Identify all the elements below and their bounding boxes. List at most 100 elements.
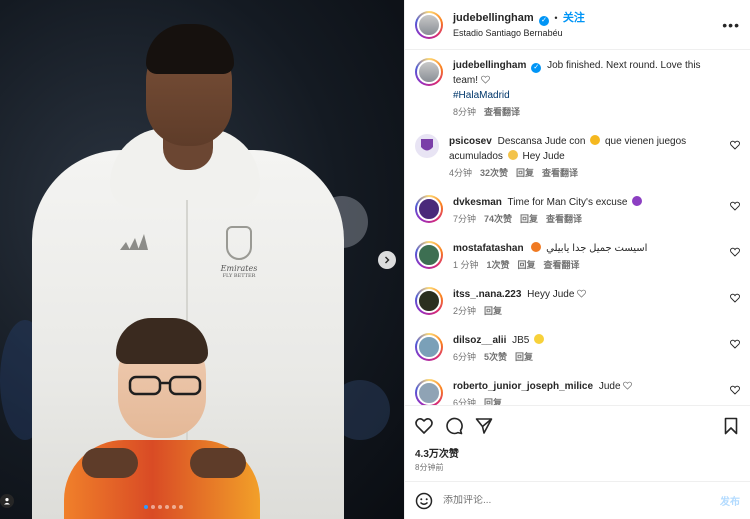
comment-item: dvkesman Time for Man City's excuse 7分钟 …: [415, 195, 740, 227]
chevron-right-icon: [385, 256, 390, 264]
post-timestamp: 8分钟前: [415, 463, 444, 472]
post-location[interactable]: Estadio Santiago Bernabéu: [453, 26, 585, 40]
bookmark-icon[interactable]: [722, 417, 740, 435]
heart-eyes-emoji-icon: [590, 135, 601, 145]
comment-time: 1 分钟: [453, 260, 479, 270]
comment-username[interactable]: roberto_junior_joseph_milice: [453, 381, 593, 392]
author-info: judebellingham ✓ • 关注 Estadio Santiago B…: [453, 11, 585, 40]
author-avatar[interactable]: [415, 10, 443, 39]
comment-text: Descansa Jude con: [497, 136, 586, 147]
comment-text: JB5: [512, 335, 530, 346]
user-icon: [4, 498, 10, 505]
carousel-dot: [172, 505, 176, 509]
comment-bubble-icon[interactable]: [445, 417, 463, 435]
post-comment-button[interactable]: 发布: [720, 493, 740, 508]
comment-meta: 7分钟 74次赞 回复 查看翻译: [453, 212, 720, 227]
comment-username[interactable]: dvkesman: [453, 197, 502, 208]
comment-likes[interactable]: 5次赞: [484, 350, 507, 365]
comment-text-end: Hey Jude: [522, 151, 565, 162]
comment-meta: 2分钟 回复: [453, 304, 720, 319]
player-hair: [146, 24, 234, 74]
see-translation-button[interactable]: 查看翻译: [546, 212, 582, 227]
add-comment-bar: 发布: [405, 481, 750, 519]
verified-badge-icon: ✓: [531, 63, 542, 73]
see-translation-button[interactable]: 查看翻译: [542, 166, 578, 181]
comment-meta: 6分钟 5次赞 回复: [453, 350, 720, 365]
white-heart-emoji-icon: [623, 381, 633, 390]
reply-button[interactable]: 回复: [518, 258, 536, 273]
carousel-dot: [151, 505, 155, 509]
like-heart-icon[interactable]: [730, 201, 740, 211]
carousel-dot: [144, 505, 148, 509]
reply-button[interactable]: 回复: [516, 166, 534, 181]
reply-button[interactable]: 回复: [484, 304, 502, 319]
comment-meta: 6分钟 回复: [453, 396, 720, 405]
post-photo[interactable]: Emirates FLY BETTER: [0, 0, 404, 519]
comment-username[interactable]: mostafatashan: [453, 243, 524, 254]
commenter-avatar[interactable]: [415, 241, 443, 269]
author-username[interactable]: judebellingham: [453, 12, 534, 24]
comment-text: Heyy Jude: [527, 289, 575, 300]
carousel-dot: [179, 505, 183, 509]
comment-time: 6分钟: [453, 398, 477, 405]
player-right-hand: [190, 448, 246, 478]
post-detail-panel: judebellingham ✓ • 关注 Estadio Santiago B…: [404, 0, 750, 519]
comment-meta: 4分钟 32次赞 回复 查看翻译: [449, 166, 720, 181]
sparkle-emoji-icon: [534, 334, 545, 344]
comment-time: 4分钟: [449, 168, 473, 178]
jersey-sponsor: Emirates FLY BETTER: [216, 264, 262, 279]
like-heart-icon[interactable]: [730, 339, 740, 349]
like-heart-icon[interactable]: [730, 293, 740, 303]
comment-username[interactable]: dilsoz__alii: [453, 335, 506, 346]
reply-button[interactable]: 回复: [484, 396, 502, 405]
see-translation-button[interactable]: 查看翻译: [544, 258, 580, 273]
carousel-next-button[interactable]: [378, 251, 396, 269]
comment-item: roberto_junior_joseph_milice Jude 6分钟 回复: [415, 379, 740, 405]
caption-meta: 8分钟 查看翻译: [453, 105, 720, 120]
sponsor-tagline: FLY BETTER: [222, 273, 256, 279]
child-glasses: [128, 375, 202, 396]
comment-input[interactable]: [443, 495, 720, 506]
comment-item: psicosev Descansa Jude con que vienen ju…: [415, 134, 740, 181]
comment-username[interactable]: itss_.nana.223: [453, 289, 521, 300]
caption-time[interactable]: 8分钟: [453, 105, 476, 120]
reply-button[interactable]: 回复: [515, 350, 533, 365]
comment-username[interactable]: psicosev: [449, 136, 492, 147]
see-translation-button[interactable]: 查看翻译: [484, 105, 520, 120]
likes-count[interactable]: 4.3万次赞: [405, 445, 750, 460]
comment-text: اسيست جميل جدا يابيلي: [546, 243, 648, 254]
devil-emoji-icon: [632, 196, 643, 206]
comment-item: dilsoz__alii JB5 6分钟 5次赞 回复: [415, 333, 740, 365]
carousel-dot: [158, 505, 162, 509]
sponsor-name: Emirates: [220, 264, 258, 273]
caption-username[interactable]: judebellingham: [453, 60, 526, 71]
like-heart-icon[interactable]: [415, 417, 433, 435]
white-heart-emoji-icon: [577, 289, 587, 298]
comment-likes[interactable]: 32次赞: [480, 166, 508, 181]
white-heart-emoji-icon: [480, 75, 490, 84]
follow-button[interactable]: 关注: [563, 12, 585, 24]
comment-meta: 1 分钟 1次赞 回复 查看翻译: [453, 258, 720, 273]
comment-likes[interactable]: 74次赞: [484, 212, 512, 227]
tagged-users-button[interactable]: [0, 494, 14, 508]
commenter-avatar[interactable]: [415, 287, 443, 315]
like-heart-icon[interactable]: [730, 140, 740, 150]
caption-hashtag[interactable]: #HalaMadrid: [453, 90, 510, 101]
comment-text: Jude: [598, 381, 621, 392]
commenter-avatar[interactable]: [415, 134, 439, 158]
author-avatar[interactable]: [415, 58, 443, 86]
like-heart-icon[interactable]: [730, 247, 740, 257]
club-crest-icon: [421, 139, 433, 151]
commenter-avatar[interactable]: [415, 333, 443, 361]
fire-emoji-icon: [531, 242, 542, 252]
comment-likes[interactable]: 1次赞: [487, 258, 510, 273]
like-heart-icon[interactable]: [730, 385, 740, 395]
commenter-avatar[interactable]: [415, 195, 443, 223]
emoji-smiley-icon[interactable]: [415, 492, 433, 510]
more-options-button[interactable]: •••: [722, 17, 740, 33]
real-madrid-crest: [226, 226, 252, 260]
comment-time: 7分钟: [453, 214, 477, 224]
reply-button[interactable]: 回复: [520, 212, 538, 227]
share-send-icon[interactable]: [475, 417, 493, 435]
commenter-avatar[interactable]: [415, 379, 443, 405]
